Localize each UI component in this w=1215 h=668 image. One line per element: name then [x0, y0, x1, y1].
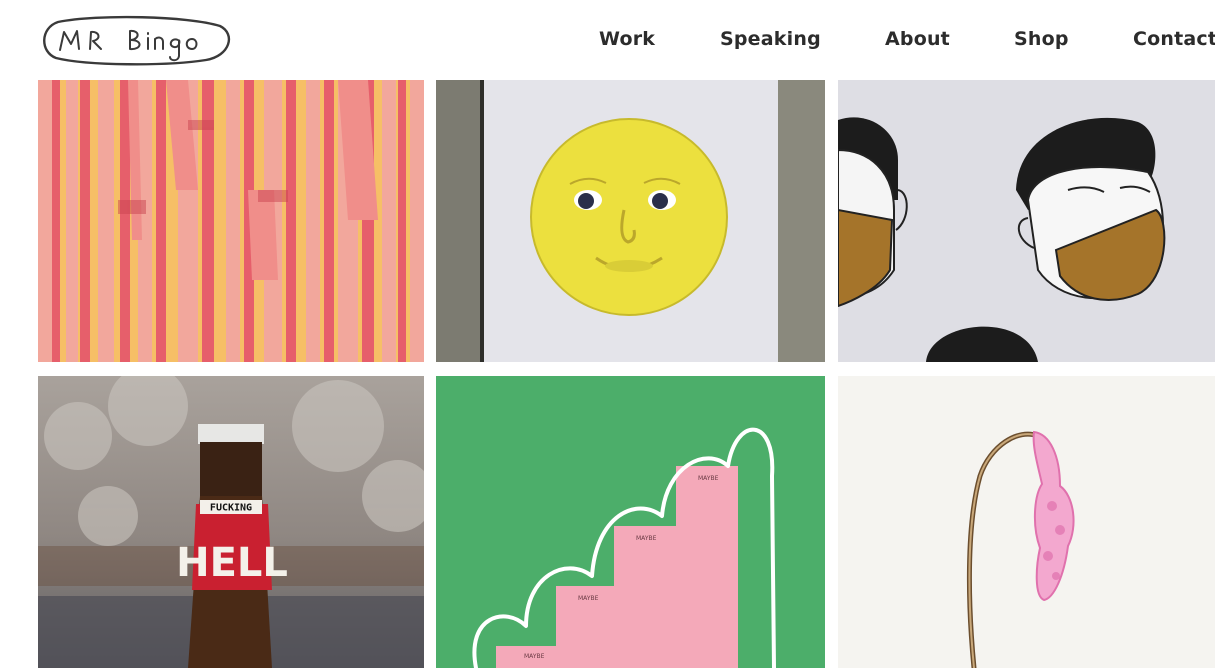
nav-shop-link[interactable]: Shop: [1014, 28, 1069, 50]
gallery-tile-moon-face[interactable]: [436, 80, 825, 362]
masked-faces-image: [838, 80, 1215, 362]
gallery-tile-striped-lettering[interactable]: [38, 80, 424, 362]
gallery-tile-beer-bottle[interactable]: FUCKING HELL: [38, 376, 424, 668]
gallery-tile-masked-faces[interactable]: [838, 80, 1215, 362]
moon-face-image: [436, 80, 825, 362]
drooping-flower-image: [838, 376, 1215, 668]
bottle-label-top: FUCKING: [210, 503, 252, 514]
staircase-image: MAYBE MAYBE MAYBE MAYBE: [436, 376, 825, 668]
nav-speaking-link[interactable]: Speaking: [720, 28, 821, 50]
gallery-tile-staircase[interactable]: MAYBE MAYBE MAYBE MAYBE: [436, 376, 825, 668]
step-label-1: MAYBE: [524, 653, 545, 660]
striped-lettering-image: [38, 80, 424, 362]
site-header: Work Speaking About Shop Contact: [0, 0, 1215, 80]
nav-contact-link[interactable]: Contact: [1133, 28, 1215, 50]
nav-about-link[interactable]: About: [885, 28, 950, 50]
main-nav: Work Speaking About Shop Contact: [0, 28, 1215, 54]
gallery-tile-drooping-flower[interactable]: [838, 376, 1215, 668]
step-label-2: MAYBE: [578, 595, 599, 602]
beer-bottle-image: FUCKING HELL: [38, 376, 424, 668]
nav-work-link[interactable]: Work: [599, 28, 655, 50]
bottle-label-main: HELL: [176, 540, 288, 586]
step-label-3: MAYBE: [636, 535, 657, 542]
step-label-4: MAYBE: [698, 475, 719, 482]
